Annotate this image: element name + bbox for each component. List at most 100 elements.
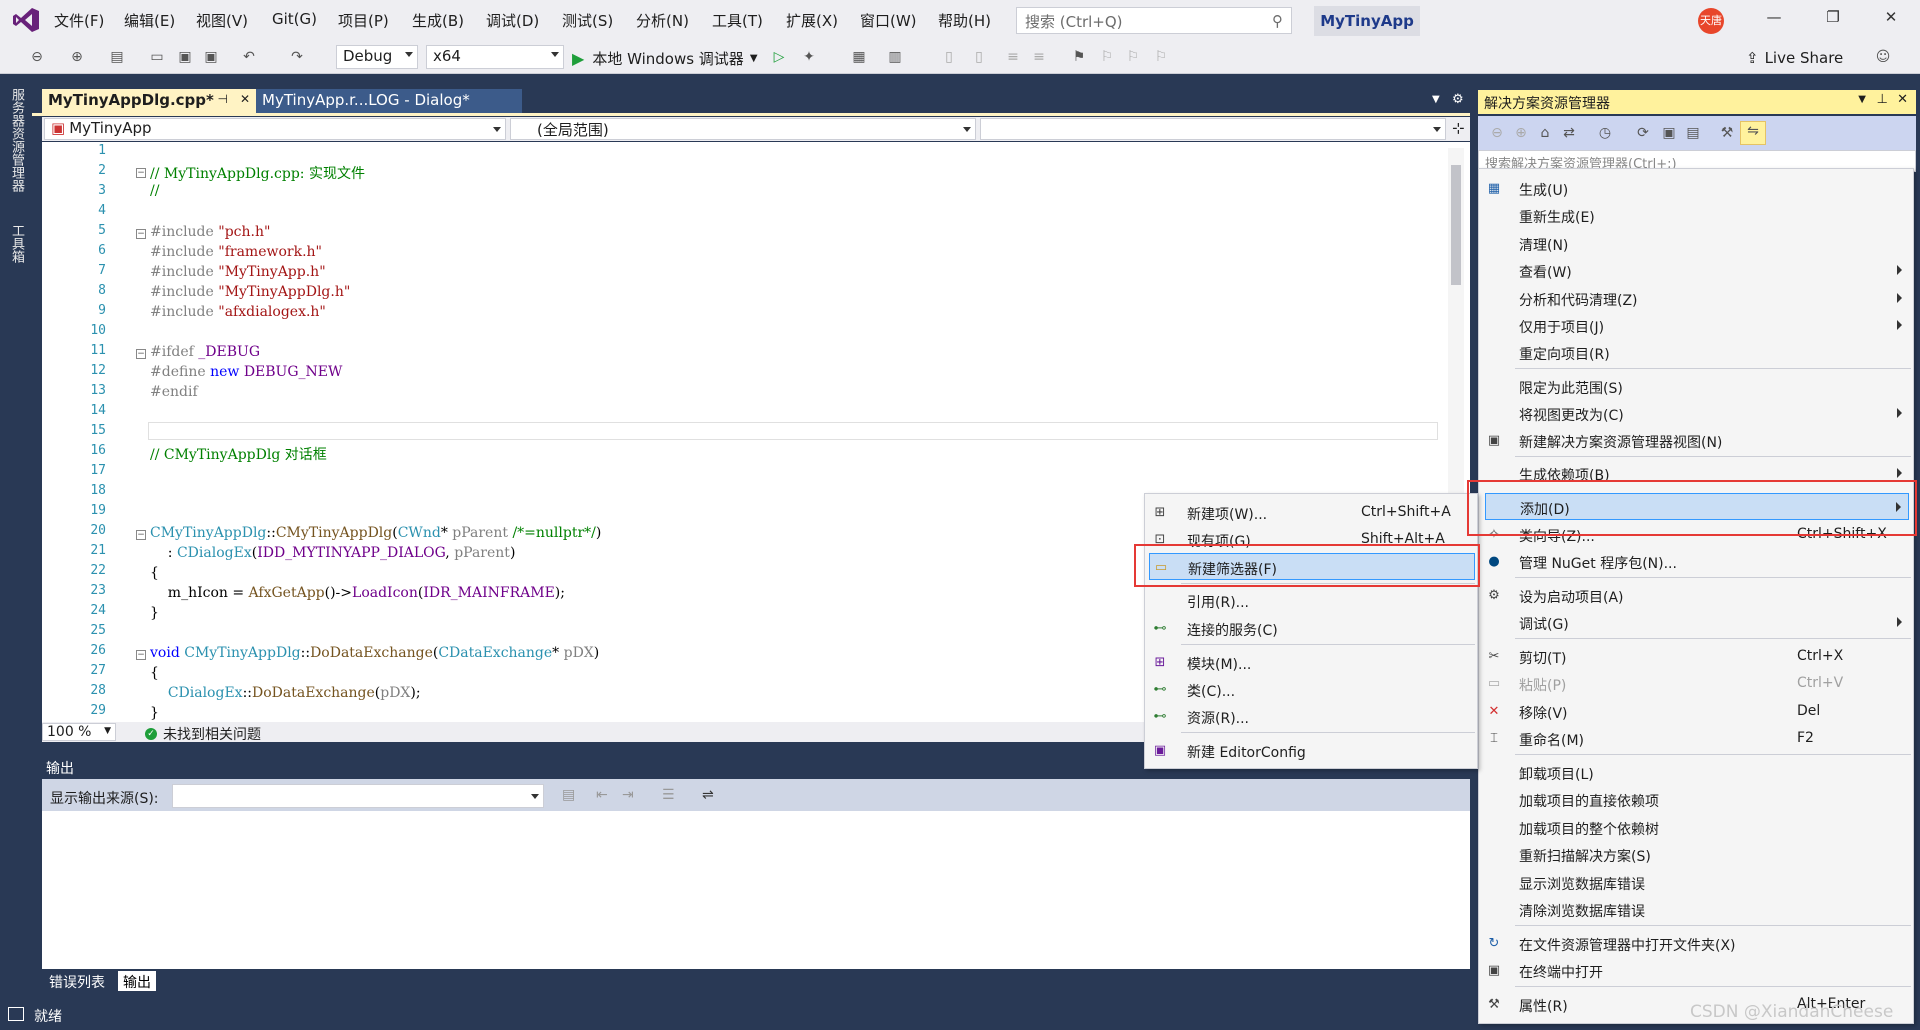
hot-reload-icon[interactable]: ✦ — [800, 48, 818, 66]
live-share-button[interactable]: ⇪ Live Share — [1746, 49, 1843, 67]
clear-all-icon[interactable]: ☰ — [662, 787, 675, 803]
size-icon[interactable]: ▯ — [970, 48, 988, 66]
menu-item-load-dep-tree[interactable]: 加载项目的整个依赖树 — [1479, 814, 1915, 841]
menu-item-new-item[interactable]: ⊞ 新建项(W)... Ctrl+Shift+A — [1145, 499, 1479, 526]
menu-item-build-dependencies[interactable]: 生成依赖项(B) — [1479, 460, 1915, 487]
chevron-down-icon[interactable]: ▼ — [1858, 94, 1866, 105]
solution-explorer-icon[interactable]: ▦ — [850, 48, 868, 66]
indent-icon[interactable]: ≡ — [1004, 48, 1022, 66]
outdent-icon[interactable]: ≡ — [1030, 48, 1048, 66]
menu-build[interactable]: 生成(B) — [412, 10, 464, 31]
search-input[interactable]: 搜索 (Ctrl+Q) ⚲ — [1016, 7, 1292, 34]
fold-toggle-icon[interactable]: − — [136, 168, 146, 178]
menu-view[interactable]: 视图(V) — [196, 10, 248, 31]
menu-item-rename[interactable]: ⌶ 重命名(M) F2 — [1479, 725, 1915, 752]
menu-item-retarget[interactable]: 重定向项目(R) — [1479, 339, 1915, 366]
type-scope-select[interactable]: (全局范围) — [510, 118, 976, 140]
output-source-select[interactable] — [172, 784, 544, 808]
menu-item-project-only[interactable]: 仅用于项目(J) — [1479, 312, 1915, 339]
bookmark-clear-icon[interactable]: ⚐ — [1152, 48, 1170, 66]
menu-item-reference[interactable]: 引用(R)... — [1145, 587, 1479, 614]
bookmark-next-icon[interactable]: ⚐ — [1124, 48, 1142, 66]
menu-item-rebuild[interactable]: 重新生成(E) — [1479, 202, 1915, 229]
menu-item-show-browse-errors[interactable]: 显示浏览数据库错误 — [1479, 869, 1915, 896]
menu-item-open-in-terminal[interactable]: ▣ 在终端中打开 — [1479, 957, 1915, 984]
redo-icon[interactable]: ↷ — [288, 48, 306, 66]
menu-item-unload-project[interactable]: 卸载项目(L) — [1479, 759, 1915, 786]
menu-item-change-view[interactable]: 将视图更改为(C) — [1479, 400, 1915, 427]
forward-icon[interactable]: ⊕ — [1512, 124, 1530, 142]
back-icon[interactable]: ⊖ — [1488, 124, 1506, 142]
save-icon[interactable]: ▣ — [176, 48, 194, 66]
menu-help[interactable]: 帮助(H) — [938, 10, 991, 31]
menu-item-connected-service[interactable]: ⊷ 连接的服务(C) — [1145, 615, 1479, 642]
menu-edit[interactable]: 编辑(E) — [124, 10, 175, 31]
start-without-debugging-icon[interactable]: ▷ — [770, 48, 788, 66]
menu-item-clean[interactable]: 清理(N) — [1479, 230, 1915, 257]
menu-item-clear-browse-errors[interactable]: 清除浏览数据库错误 — [1479, 896, 1915, 923]
menu-item-cut[interactable]: ✂ 剪切(T) Ctrl+X — [1479, 643, 1915, 670]
menu-item-existing-item[interactable]: ⊡ 现有项(G)... Shift+Alt+A — [1145, 526, 1479, 553]
editor-scrollbar-thumb[interactable] — [1451, 165, 1461, 285]
restore-icon[interactable]: ❐ — [1818, 8, 1848, 32]
menu-item-load-direct-deps[interactable]: 加载项目的直接依赖项 — [1479, 786, 1915, 813]
menu-item-resource[interactable]: ⊷ 资源(R)... — [1145, 703, 1479, 730]
close-icon[interactable]: ✕ — [240, 92, 250, 106]
pending-changes-icon[interactable]: ◷ — [1596, 124, 1614, 142]
menu-item-debug[interactable]: 调试(G) — [1479, 609, 1915, 636]
pin-icon[interactable]: ⊥ — [1877, 92, 1888, 107]
go-next-icon[interactable]: ⇥ — [622, 787, 634, 803]
menu-item-open-in-explorer[interactable]: ↻ 在文件资源管理器中打开文件夹(X) — [1479, 930, 1915, 957]
menu-file[interactable]: 文件(F) — [54, 10, 104, 31]
tab-mytinyappdlg-cpp[interactable]: MyTinyAppDlg.cpp* ⊣ ✕ — [42, 89, 256, 113]
preview-selected-icon[interactable]: ⇋ — [1740, 121, 1766, 145]
navigate-back-icon[interactable]: ⊖ — [28, 48, 46, 66]
sync-icon[interactable]: ⟳ — [1634, 124, 1652, 142]
new-project-icon[interactable]: ▤ — [108, 48, 126, 66]
start-debugging-button[interactable]: ▶ 本地 Windows 调试器 ▼ — [572, 48, 758, 69]
gear-icon[interactable]: ⚙ — [1452, 92, 1464, 107]
undo-icon[interactable]: ↶ — [240, 48, 258, 66]
menu-tools[interactable]: 工具(T) — [712, 10, 763, 31]
feedback-icon[interactable]: ☺ — [1874, 48, 1892, 66]
menu-test[interactable]: 测试(S) — [562, 10, 613, 31]
minimize-icon[interactable]: — — [1759, 8, 1789, 32]
menu-item-class[interactable]: ⊷ 类(C)... — [1145, 676, 1479, 703]
layout-icon[interactable]: ▥ — [886, 48, 904, 66]
output-text-area[interactable] — [42, 811, 1470, 969]
menu-window[interactable]: 窗口(W) — [860, 10, 917, 31]
configuration-select[interactable]: Debug — [336, 45, 418, 69]
menu-item-scope-to-this[interactable]: 限定为此范围(S) — [1479, 373, 1915, 400]
avatar[interactable]: 天唐 — [1698, 8, 1724, 34]
split-view-icon[interactable]: ⊹ — [1452, 119, 1465, 137]
server-explorer-tab[interactable]: 服务器资源管理器 — [6, 88, 26, 192]
go-prev-icon[interactable]: ⇤ — [596, 787, 608, 803]
tab-error-list[interactable]: 错误列表 — [44, 971, 110, 991]
issues-indicator[interactable]: ✓ 未找到相关问题 — [145, 724, 261, 744]
menu-git[interactable]: Git(G) — [272, 10, 317, 28]
menu-extensions[interactable]: 扩展(X) — [786, 10, 838, 31]
menu-item-remove[interactable]: ✕ 移除(V) Del — [1479, 698, 1915, 725]
open-file-icon[interactable]: ▭ — [148, 48, 166, 66]
menu-item-class-wizard[interactable]: ✧ 类向导(Z)... Ctrl+Shift+X — [1479, 521, 1915, 548]
menu-item-module[interactable]: ⊞ 模块(M)... — [1145, 649, 1479, 676]
tab-dropdown-icon[interactable]: ▼ — [1432, 94, 1440, 105]
menu-item-add[interactable]: 添加(D) — [1485, 493, 1909, 520]
pin-icon[interactable]: ⊣ — [218, 92, 228, 106]
home-icon[interactable]: ⌂ — [1536, 124, 1554, 142]
zoom-select[interactable]: 100 % ▼ — [42, 723, 116, 741]
collapse-all-icon[interactable]: ▣ — [1660, 124, 1678, 142]
bookmark-prev-icon[interactable]: ⚐ — [1098, 48, 1116, 66]
save-all-icon[interactable]: ▣ — [202, 48, 220, 66]
menu-item-set-startup[interactable]: ⚙ 设为启动项目(A) — [1479, 582, 1915, 609]
menu-item-build[interactable]: ▦ 生成(U) — [1479, 175, 1915, 202]
menu-debug[interactable]: 调试(D) — [486, 10, 539, 31]
menu-item-new-editorconfig[interactable]: ▣ 新建 EditorConfig — [1145, 737, 1479, 764]
platform-select[interactable]: x64 — [426, 45, 564, 69]
menu-item-view[interactable]: 查看(W) — [1479, 257, 1915, 284]
switch-views-icon[interactable]: ⇄ — [1560, 124, 1578, 142]
bookmark-icon[interactable]: ⚑ — [1070, 48, 1088, 66]
close-icon[interactable]: ✕ — [1876, 8, 1906, 32]
menu-item-manage-nuget[interactable]: ● 管理 NuGet 程序包(N)... — [1479, 548, 1915, 575]
fold-toggle-icon[interactable]: − — [136, 650, 146, 660]
